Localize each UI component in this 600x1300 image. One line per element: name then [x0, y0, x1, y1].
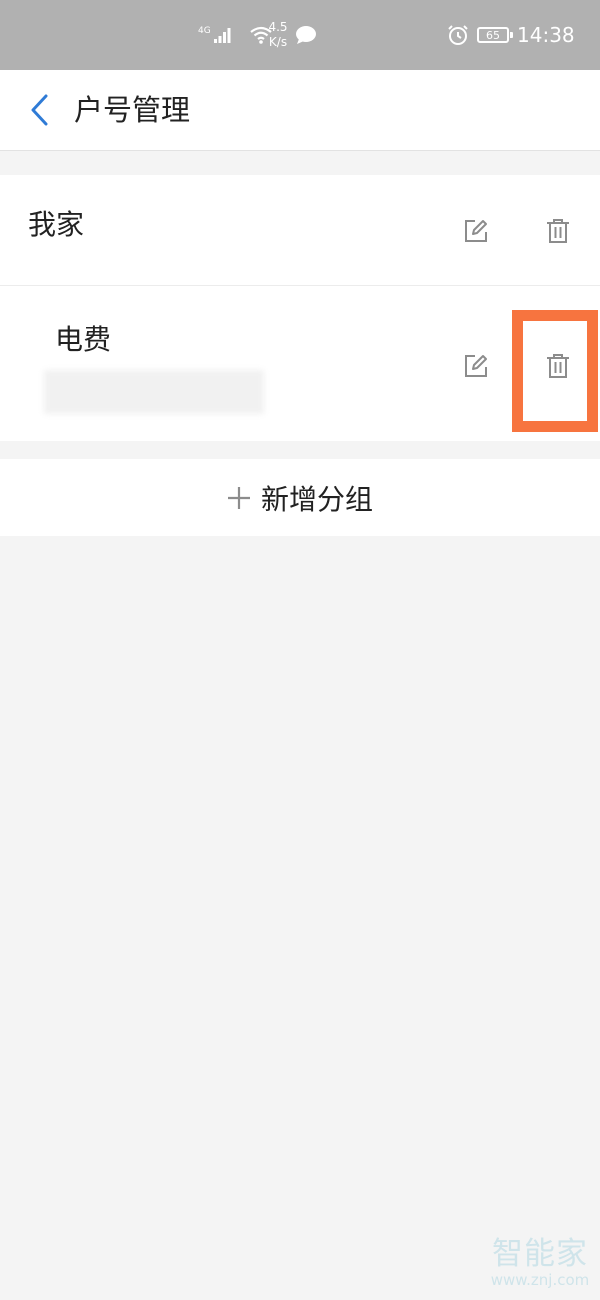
alarm-clock-icon — [448, 25, 468, 45]
battery-icon: 65 — [477, 27, 513, 43]
blurred-account-number — [44, 370, 264, 414]
battery-level: 65 — [486, 28, 500, 42]
add-group-label: 新增分组 — [260, 482, 373, 516]
watermark-url: www.znj.com — [490, 1271, 590, 1289]
watermark-brand: 智能家 — [492, 1236, 588, 1272]
net-speed-value: 4.5 — [268, 20, 288, 34]
row-divider — [0, 285, 600, 286]
status-time: 14:38 — [517, 23, 575, 47]
edit-account-button[interactable] — [456, 346, 496, 386]
battery: 65 — [477, 0, 513, 70]
chevron-left-icon — [31, 94, 48, 126]
delete-group-button[interactable] — [538, 211, 578, 251]
network-type-label: 4G — [198, 26, 211, 36]
message-notification — [295, 0, 317, 70]
back-button[interactable] — [18, 88, 62, 132]
page-title: 户号管理 — [74, 93, 191, 127]
account-name: 电费 — [55, 323, 112, 356]
app-header: 户号管理 — [0, 70, 600, 151]
watermark: 智能家 www.znj.com — [488, 1237, 592, 1289]
alarm — [447, 0, 469, 70]
group-name: 我家 — [28, 208, 85, 241]
plus-icon — [227, 486, 250, 509]
highlight-annotation — [512, 310, 598, 432]
status-bar: 4G 4.5 K/s 65 14:38 — [0, 0, 600, 70]
add-group-button[interactable]: 新增分组 — [0, 459, 600, 536]
edit-group-button[interactable] — [456, 211, 496, 251]
signal-icon — [213, 28, 231, 43]
net-speed-unit: K/s — [268, 35, 288, 49]
edit-icon — [465, 355, 487, 377]
chat-bubble-icon — [296, 26, 316, 44]
group-card: 我家 电费 — [0, 175, 600, 441]
net-speed: 4.5 K/s — [264, 0, 292, 70]
edit-icon — [465, 220, 487, 242]
network-signal: 4G — [198, 0, 273, 70]
trash-icon — [547, 219, 569, 243]
